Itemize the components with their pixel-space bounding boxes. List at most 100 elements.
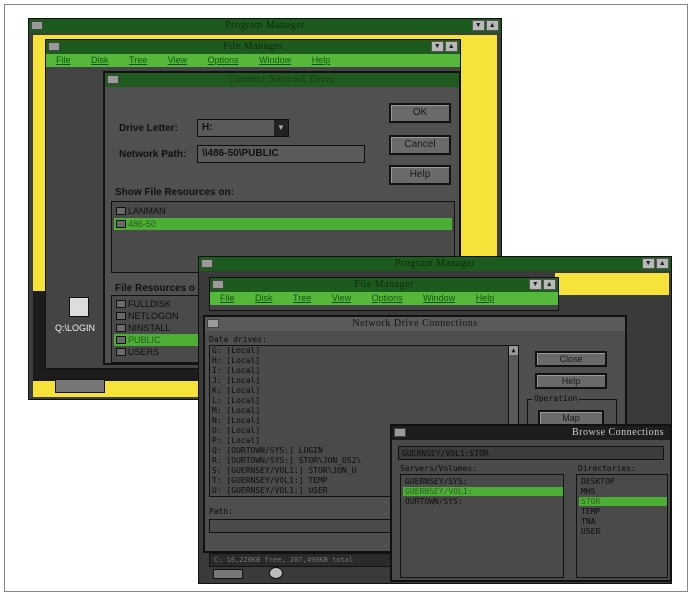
- menu-file[interactable]: File: [56, 55, 71, 65]
- operation-label: Operation: [532, 394, 580, 403]
- menu-view[interactable]: View: [168, 55, 187, 65]
- drive-row-p[interactable]: P: [Local]: [212, 436, 260, 445]
- list-item[interactable]: FULLDISK: [114, 298, 208, 310]
- program-manager-title: Program Manager: [395, 258, 475, 269]
- list-item[interactable]: LANMAN: [114, 205, 452, 217]
- file-manager-window: File Manager ▼ ▲ File Disk Tree View Opt…: [209, 277, 559, 311]
- network-icon: [116, 207, 126, 215]
- directories-list[interactable]: DESKTOP MHS STOR TEMP TNA USER: [576, 474, 668, 578]
- menu-tree[interactable]: Tree: [293, 293, 311, 303]
- dir-item[interactable]: DESKTOP: [581, 477, 615, 486]
- dropdown-arrow-icon[interactable]: ▼: [274, 120, 288, 136]
- program-manager-title: Program Manager: [225, 20, 305, 31]
- drive-row-o[interactable]: O: [Local]: [212, 426, 260, 435]
- dir-item[interactable]: TEMP: [581, 507, 600, 516]
- help-button[interactable]: Help: [535, 373, 607, 389]
- menu-disk[interactable]: Disk: [255, 293, 273, 303]
- list-item[interactable]: NETLOGON: [114, 310, 208, 322]
- network-path-label: Network Path:: [119, 149, 187, 160]
- dialog-titlebar[interactable]: Network Drive Connections: [205, 317, 625, 331]
- share-icon: [116, 300, 126, 308]
- drive-row-m[interactable]: M: [Local]: [212, 406, 260, 415]
- menu-bar: File Disk Tree View Options Window Help: [210, 292, 558, 305]
- maximize-icon[interactable]: ▲: [656, 258, 669, 269]
- minimize-icon[interactable]: ▼: [642, 258, 655, 269]
- taskbar-strip: [213, 569, 243, 579]
- menu-file[interactable]: File: [220, 293, 235, 303]
- directories-label: Directories:: [578, 464, 636, 473]
- show-resources-label: Show File Resources on:: [115, 187, 234, 198]
- drive-row-k[interactable]: K: [Local]: [212, 386, 260, 395]
- taskbar-strip: [55, 379, 105, 393]
- drive-letter-select[interactable]: H: ▼: [197, 119, 289, 137]
- menu-view[interactable]: View: [332, 293, 351, 303]
- dir-item-selected[interactable]: STOR: [579, 497, 667, 506]
- computer-icon: [116, 220, 126, 228]
- drive-row-n[interactable]: N: [Local]: [212, 416, 260, 425]
- program-manager-titlebar[interactable]: Program Manager ▼ ▲: [199, 257, 671, 271]
- menu-disk[interactable]: Disk: [91, 55, 109, 65]
- menu-help[interactable]: Help: [312, 55, 331, 65]
- dir-item[interactable]: USER: [581, 527, 600, 536]
- resources-list[interactable]: FULLDISK NETLOGON NINSTALL PUBLIC USERS: [111, 295, 211, 363]
- servers-volumes-list[interactable]: GUERNSEY/SYS: GUERNSEY/VOL1: OURTOWN/SYS…: [400, 474, 564, 578]
- minimize-icon[interactable]: ▼: [472, 20, 485, 31]
- file-manager-titlebar[interactable]: File Manager ▼ ▲: [210, 278, 558, 292]
- network-path-input[interactable]: \\486-50\PUBLIC: [197, 145, 365, 163]
- list-item[interactable]: NINSTALL: [114, 322, 208, 334]
- dialog-titlebar[interactable]: Connect Network Drive: [105, 73, 459, 87]
- file-manager-titlebar[interactable]: File Manager ▼ ▲: [46, 40, 460, 54]
- cancel-button[interactable]: Cancel: [389, 135, 451, 155]
- maximize-icon[interactable]: ▲: [543, 279, 556, 290]
- drive-row-s[interactable]: S: [GUERNSEY/VOL1:] STOR\JON_U: [212, 466, 357, 475]
- drive-row-t[interactable]: T: [GUERNSEY/VOL1:] TEMP: [212, 476, 328, 485]
- drive-row-r[interactable]: R: [OURTOWN/SYS:] STOR\JON_OS2\: [212, 456, 361, 465]
- menu-bar: File Disk Tree View Options Window Help: [46, 54, 460, 67]
- menu-help[interactable]: Help: [476, 293, 495, 303]
- clock-icon: [269, 567, 283, 579]
- browse-titlebar[interactable]: Browse Connections: [392, 426, 670, 440]
- menu-options[interactable]: Options: [208, 55, 239, 65]
- server-item-selected[interactable]: GUERNSEY/VOL1:: [403, 487, 563, 496]
- drive-row-h[interactable]: H: [Local]: [212, 356, 260, 365]
- share-icon: [116, 312, 126, 320]
- help-button[interactable]: Help: [389, 165, 451, 185]
- drive-row-i[interactable]: I: [Local]: [212, 366, 260, 375]
- share-icon: [116, 348, 126, 356]
- program-manager-titlebar[interactable]: Program Manager ▼ ▲: [29, 19, 501, 33]
- desktop-area: [555, 273, 669, 295]
- menu-window[interactable]: Window: [423, 293, 455, 303]
- maximize-icon[interactable]: ▲: [486, 20, 499, 31]
- minimize-icon[interactable]: ▼: [529, 279, 542, 290]
- close-button[interactable]: Close: [535, 351, 607, 367]
- list-item-selected[interactable]: PUBLIC: [114, 334, 208, 346]
- browse-connections-dialog: Browse Connections GUERNSEY/VOL1:STOR Se…: [390, 424, 672, 582]
- drive-row-q[interactable]: Q: [OURTOWN/SYS:] LOGIN: [212, 446, 323, 455]
- dialog-title: Network Drive Connections: [352, 318, 478, 329]
- drive-row-g[interactable]: G: [Local]: [212, 346, 260, 355]
- maximize-icon[interactable]: ▲: [445, 41, 458, 52]
- login-icon-label: Q:\LOGIN: [55, 323, 96, 333]
- share-icon: [116, 324, 126, 332]
- list-item-selected[interactable]: 486-50: [114, 218, 452, 230]
- dialog-title: Connect Network Drive: [228, 74, 336, 85]
- share-icon: [116, 336, 126, 344]
- drive-row-j[interactable]: J: [Local]: [212, 376, 260, 385]
- drive-row-u[interactable]: U: [GUERNSEY/VOL1:] USER: [212, 486, 328, 495]
- list-item[interactable]: USERS: [114, 346, 208, 358]
- browse-path-value: GUERNSEY/VOL1:STOR: [402, 449, 489, 458]
- server-item[interactable]: OURTOWN/SYS:: [405, 497, 463, 506]
- browse-path-field[interactable]: GUERNSEY/VOL1:STOR: [398, 446, 664, 460]
- scroll-up-icon[interactable]: ▲: [509, 346, 518, 355]
- file-manager-title: File Manager: [223, 41, 283, 52]
- menu-tree[interactable]: Tree: [129, 55, 147, 65]
- server-item[interactable]: GUERNSEY/SYS:: [405, 477, 468, 486]
- menu-window[interactable]: Window: [259, 55, 291, 65]
- menu-options[interactable]: Options: [372, 293, 403, 303]
- minimize-icon[interactable]: ▼: [431, 41, 444, 52]
- dir-item[interactable]: MHS: [581, 487, 595, 496]
- login-icon[interactable]: [69, 297, 89, 317]
- ok-button[interactable]: OK: [389, 103, 451, 123]
- dir-item[interactable]: TNA: [581, 517, 595, 526]
- drive-row-l[interactable]: L: [Local]: [212, 396, 260, 405]
